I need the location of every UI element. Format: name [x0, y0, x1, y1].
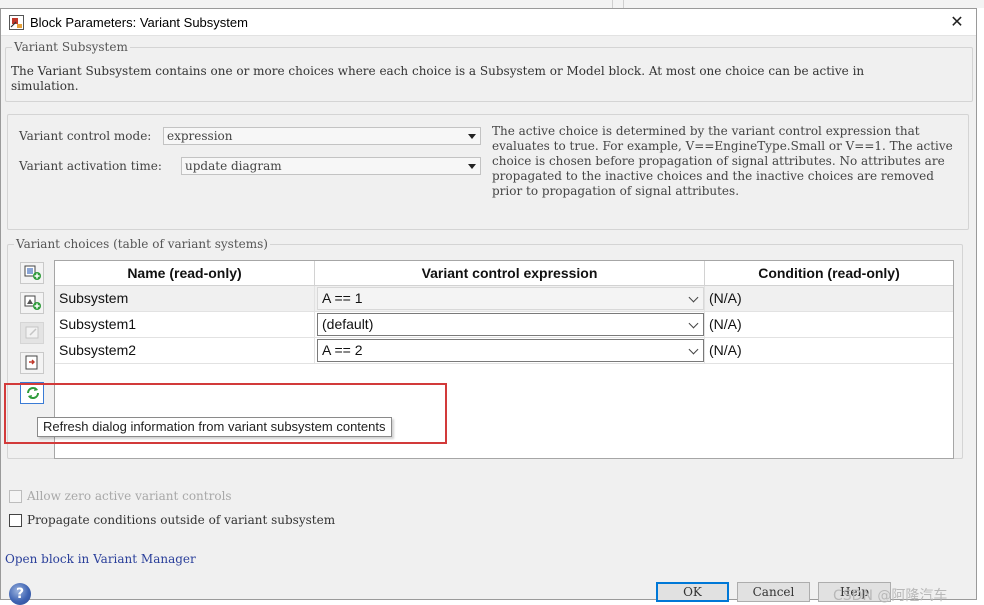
open-variant-manager-link[interactable]: Open block in Variant Manager: [5, 552, 196, 566]
help-button[interactable]: Help: [818, 582, 891, 602]
row-name: Subsystem1: [55, 312, 315, 337]
control-mode-label: Variant control mode:: [19, 129, 152, 143]
chevron-down-icon: [688, 344, 699, 355]
row-condition: (N/A): [709, 342, 742, 358]
window-title: Block Parameters: Variant Subsystem: [30, 15, 248, 30]
propagate-conditions-checkbox[interactable]: [9, 514, 22, 527]
block-parameters-icon: [9, 15, 24, 30]
dropdown-arrow-icon: [468, 164, 476, 169]
column-header-name[interactable]: Name (read-only): [55, 261, 315, 286]
row-expression-cell: A == 1: [315, 286, 705, 311]
ok-button[interactable]: OK: [656, 582, 729, 602]
allow-zero-label: Allow zero active variant controls: [27, 489, 232, 503]
row-condition: (N/A): [709, 316, 742, 332]
add-subsystem-button[interactable]: [20, 262, 44, 284]
expression-combo[interactable]: A == 1: [317, 287, 704, 310]
title-bar: Block Parameters: Variant Subsystem ✕: [1, 9, 976, 36]
table-row[interactable]: Subsystem1 (default) (N/A): [55, 312, 953, 338]
settings-help-text: The active choice is determined by the v…: [492, 124, 953, 198]
open-block-button[interactable]: [20, 352, 44, 374]
column-header-expression[interactable]: Variant control expression: [315, 261, 705, 286]
intro-description: The Variant Subsystem contains one or mo…: [11, 64, 865, 93]
intro-legend: Variant Subsystem: [14, 40, 128, 54]
background-window-strip: [0, 0, 984, 8]
chevron-down-icon: [688, 318, 699, 329]
cancel-button[interactable]: Cancel: [737, 582, 810, 602]
background-window-edge: [612, 0, 624, 8]
refresh-tooltip: Refresh dialog information from variant …: [37, 417, 392, 437]
edit-button[interactable]: [20, 322, 44, 344]
close-icon[interactable]: ✕: [946, 11, 968, 33]
activation-time-value: update diagram: [185, 159, 282, 173]
allow-zero-checkbox[interactable]: [9, 490, 22, 503]
row-expression-cell: A == 2: [315, 338, 705, 363]
choices-legend: Variant choices (table of variant system…: [16, 237, 268, 251]
dropdown-arrow-icon: [468, 134, 476, 139]
expression-combo[interactable]: (default): [317, 313, 704, 336]
table-row[interactable]: Subsystem A == 1 (N/A): [55, 286, 953, 312]
help-icon[interactable]: ?: [9, 583, 31, 605]
row-expression-cell: (default): [315, 312, 705, 337]
column-header-condition[interactable]: Condition (read-only): [705, 261, 953, 286]
dialog-window: Block Parameters: Variant Subsystem ✕ Va…: [0, 8, 977, 605]
chevron-down-icon: [688, 292, 699, 303]
activation-time-select[interactable]: update diagram: [181, 157, 481, 175]
expression-value: A == 2: [322, 342, 363, 358]
table-row[interactable]: Subsystem2 A == 2 (N/A): [55, 338, 953, 364]
expression-value: A == 1: [322, 290, 363, 306]
propagate-conditions-label: Propagate conditions outside of variant …: [27, 513, 336, 527]
table-header: Name (read-only) Variant control express…: [55, 261, 953, 286]
expression-value: (default): [322, 316, 374, 332]
add-model-button[interactable]: [20, 292, 44, 314]
row-name: Subsystem: [55, 286, 315, 311]
activation-time-label: Variant activation time:: [19, 159, 162, 173]
row-name: Subsystem2: [55, 338, 315, 363]
control-mode-value: expression: [167, 129, 233, 143]
control-mode-select[interactable]: expression: [163, 127, 481, 145]
row-condition: (N/A): [709, 290, 742, 306]
expression-combo[interactable]: A == 2: [317, 339, 704, 362]
